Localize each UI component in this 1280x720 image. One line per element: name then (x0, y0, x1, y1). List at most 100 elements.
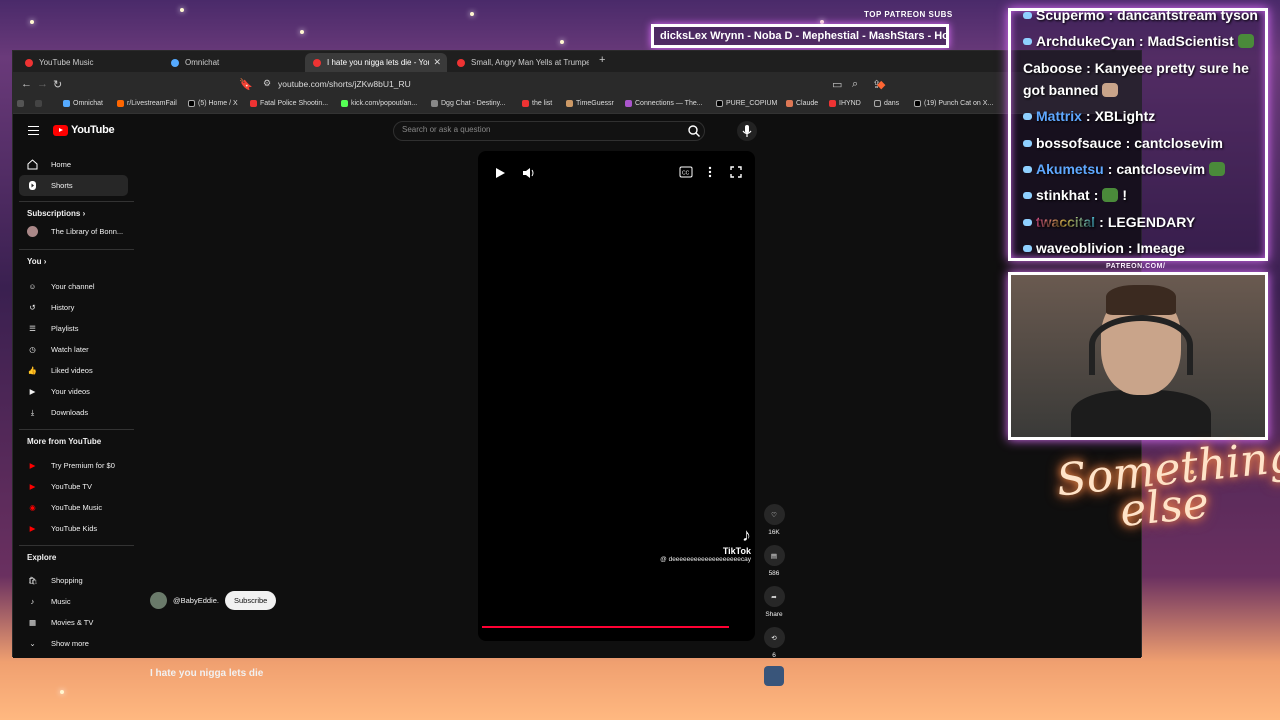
subscriptions-heading[interactable]: Subscriptions › (27, 209, 85, 218)
bookmark-item[interactable]: IHYND (829, 100, 861, 107)
like-button[interactable]: ♡ 16K (762, 504, 786, 536)
download-icon: ⤓ (30, 407, 35, 417)
sidebar-item-show-more[interactable]: ⌄ Show more (19, 633, 128, 654)
bookmark-item[interactable]: TimeGuessr (566, 100, 614, 107)
divider (19, 429, 134, 430)
sidebar-item-subscription[interactable]: The Library of Bonn... (19, 221, 128, 242)
bookmark-item[interactable]: Connections — The... (625, 100, 703, 107)
bookmark-item[interactable]: Claude (786, 100, 818, 107)
menu-icon[interactable] (28, 126, 39, 135)
grid-icon[interactable] (35, 100, 42, 107)
back-icon[interactable]: ← (21, 78, 32, 90)
youtube-premium-icon: ▶ (29, 461, 36, 470)
bookmark-item[interactable]: (5) Home / X (188, 100, 238, 107)
volume-icon[interactable] (522, 166, 536, 180)
bookmark-item[interactable]: kick.com/popout/an... (341, 100, 417, 107)
sidebar-item-playlists[interactable]: ☰ Playlists (19, 318, 128, 339)
sidebar-item-downloads[interactable]: ⤓ Downloads (19, 402, 128, 423)
sidebar-item-youtube-tv[interactable]: ▶ YouTube TV (19, 476, 128, 497)
captions-icon[interactable]: CC (679, 166, 693, 178)
remix-count: 6 (772, 652, 776, 659)
more-from-youtube-heading: More from YouTube (27, 437, 102, 446)
sidebar-item-shorts[interactable]: Shorts (19, 175, 128, 196)
channel-name[interactable]: @BabyEddie. (173, 596, 219, 605)
sidebar-item-home[interactable]: Home (19, 154, 128, 175)
sidebar-item-your-channel[interactable]: ☺ Your channel (19, 276, 128, 297)
sidebar-item-movies[interactable]: ▦ Movies & TV (19, 612, 128, 633)
comment-icon: ▤ (763, 545, 785, 566)
url-field[interactable]: youtube.com/shorts/jZKw8bU1_RU (278, 79, 411, 89)
channel-avatar[interactable] (150, 592, 167, 609)
x-icon (914, 100, 921, 107)
search-icon[interactable] (687, 124, 701, 138)
remix-button[interactable]: ⟲ 6 (762, 627, 786, 659)
history-icon: ↺ (29, 303, 36, 312)
play-icon[interactable] (494, 167, 506, 179)
reload-icon[interactable]: ↻ (53, 78, 62, 91)
bookmark-item[interactable]: Dgg Chat - Destiny... (431, 100, 505, 107)
bookmark-item[interactable]: Omnichat (63, 100, 103, 107)
sidebar-item-premium[interactable]: ▶ Try Premium for $0 (19, 455, 128, 476)
video-icon: ▶ (29, 387, 36, 396)
you-heading[interactable]: You › (27, 257, 46, 266)
sidebar-item-your-videos[interactable]: ▶ Your videos (19, 381, 128, 402)
share-button[interactable]: ➦ Share (762, 586, 786, 618)
youtube-music-icon: ◉ (29, 503, 36, 512)
site-info-icon[interactable]: ⚙ (263, 78, 271, 89)
claude-icon (786, 100, 793, 107)
like-count: 16K (768, 529, 780, 536)
close-tab-icon[interactable]: ✕ (433, 57, 441, 68)
webcam-feed (1008, 272, 1268, 440)
tab-youtube-music[interactable]: YouTube Music (17, 53, 157, 72)
comments-button[interactable]: ▤ 586 (762, 545, 786, 577)
voice-search-button[interactable] (737, 121, 757, 141)
bookmark-item[interactable]: r/LivestreamFail (117, 100, 177, 107)
tab-current-video[interactable]: I hate you nigga lets die - YouTub ✕ (305, 53, 447, 72)
zoom-icon[interactable]: ⌕ (852, 78, 858, 91)
sidebar-item-music[interactable]: ♪ Music (19, 591, 128, 612)
bookmark-icon[interactable]: 🔖 (239, 78, 253, 91)
youtube-logo[interactable]: YouTube (53, 124, 115, 136)
more-options-icon[interactable] (707, 166, 713, 178)
channel-avatar (27, 226, 38, 237)
tab-omnichat[interactable]: Omnichat (163, 53, 303, 72)
tab-trumpet-video[interactable]: Small, Angry Man Yells at Trumpet Pl (449, 53, 589, 72)
sidebar-item-youtube-kids[interactable]: ▶ YouTube Kids (19, 518, 128, 539)
subscribe-button[interactable]: Subscribe (224, 591, 277, 610)
sidebar-item-liked-videos[interactable]: 👍 Liked videos (19, 360, 128, 381)
youtube-icon (829, 100, 836, 107)
dgg-icon (431, 100, 438, 107)
sidebar-item-youtube-music[interactable]: ◉ YouTube Music (19, 497, 128, 518)
bookmark-item[interactable]: PURE_COPIUM (716, 100, 777, 107)
video-progress-bar[interactable] (482, 626, 729, 628)
channel-avatar[interactable] (764, 666, 784, 686)
youtube-favicon-icon (457, 58, 465, 67)
sidebar-item-watch-later[interactable]: ◷ Watch later (19, 339, 128, 360)
bookmark-item[interactable]: the list (522, 100, 552, 107)
bookmark-item[interactable]: Fatal Police Shootin... (250, 100, 328, 107)
video-title: I hate you nigga lets die (150, 668, 264, 679)
cast-icon[interactable]: ▭ (832, 78, 842, 91)
forward-icon[interactable]: → (37, 78, 48, 90)
tab-bar: YouTube Music Omnichat I hate you nigga … (13, 51, 1141, 72)
new-tab-icon[interactable]: + (599, 54, 605, 66)
top-patreon-subs-label: TOP PATREON SUBS (864, 10, 953, 19)
patreon-url: PATREON.COM/ (1106, 263, 1166, 270)
chat-bubble-icon (1023, 191, 1032, 199)
bookmark-item[interactable]: (19) Punch Cat on X... (914, 100, 993, 107)
sidebar-item-history[interactable]: ↺ History (19, 297, 128, 318)
person-icon: ☺ (28, 282, 37, 291)
home-icon (27, 159, 38, 170)
bookmark-folder[interactable]: dans (874, 100, 899, 107)
browser-window: YouTube Music Omnichat I hate you nigga … (12, 50, 1142, 686)
chat-bubble-icon (1023, 218, 1032, 226)
search-input[interactable] (402, 125, 682, 134)
youtube-kids-icon: ▶ (29, 524, 36, 533)
streamer-hair (1106, 285, 1176, 315)
tab-label: Omnichat (185, 58, 220, 67)
sidebar-item-shopping[interactable]: 🛍 Shopping (19, 570, 128, 591)
fullscreen-icon[interactable] (730, 166, 742, 178)
brave-shield-icon[interactable]: ◆ (877, 78, 885, 91)
apps-icon[interactable] (17, 100, 24, 107)
shorts-player[interactable]: CC ♪ TikTok @ deeeeeeeeeeeeeeeeeeecay (478, 151, 755, 641)
